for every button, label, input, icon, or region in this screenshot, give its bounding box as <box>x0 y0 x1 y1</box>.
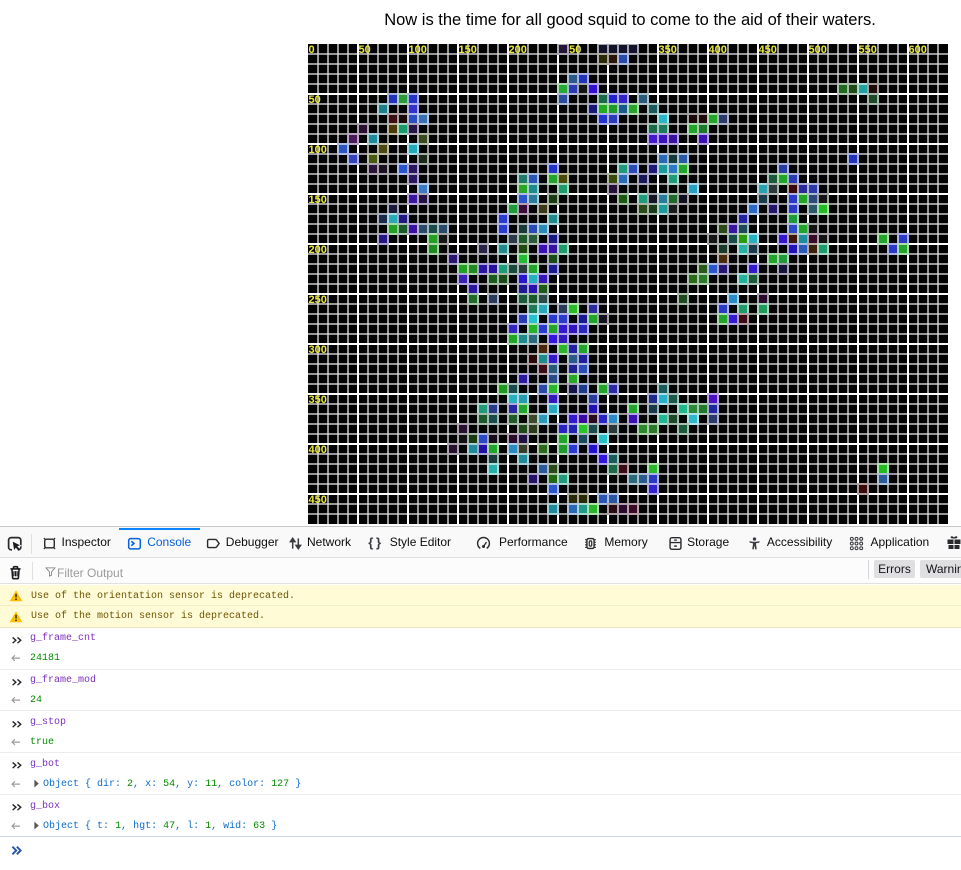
svg-text:50: 50 <box>359 44 371 56</box>
svg-text:450: 450 <box>759 44 777 56</box>
svg-text:300: 300 <box>309 344 327 356</box>
svg-text:600: 600 <box>909 44 927 56</box>
svg-text:400: 400 <box>309 444 327 456</box>
svg-text:500: 500 <box>809 44 827 56</box>
svg-text:550: 550 <box>859 44 877 56</box>
svg-text:250: 250 <box>309 294 327 306</box>
svg-text:200: 200 <box>509 44 527 56</box>
svg-text:200: 200 <box>309 244 327 256</box>
svg-text:100: 100 <box>309 144 327 156</box>
svg-text:150: 150 <box>309 194 327 206</box>
svg-text:100: 100 <box>409 44 427 56</box>
svg-text:50: 50 <box>309 94 321 106</box>
svg-text:0: 0 <box>309 44 315 56</box>
svg-text:350: 350 <box>309 394 327 406</box>
svg-text:350: 350 <box>659 44 677 56</box>
svg-text:400: 400 <box>709 44 727 56</box>
svg-text:450: 450 <box>309 494 327 506</box>
svg-text:150: 150 <box>459 44 477 56</box>
